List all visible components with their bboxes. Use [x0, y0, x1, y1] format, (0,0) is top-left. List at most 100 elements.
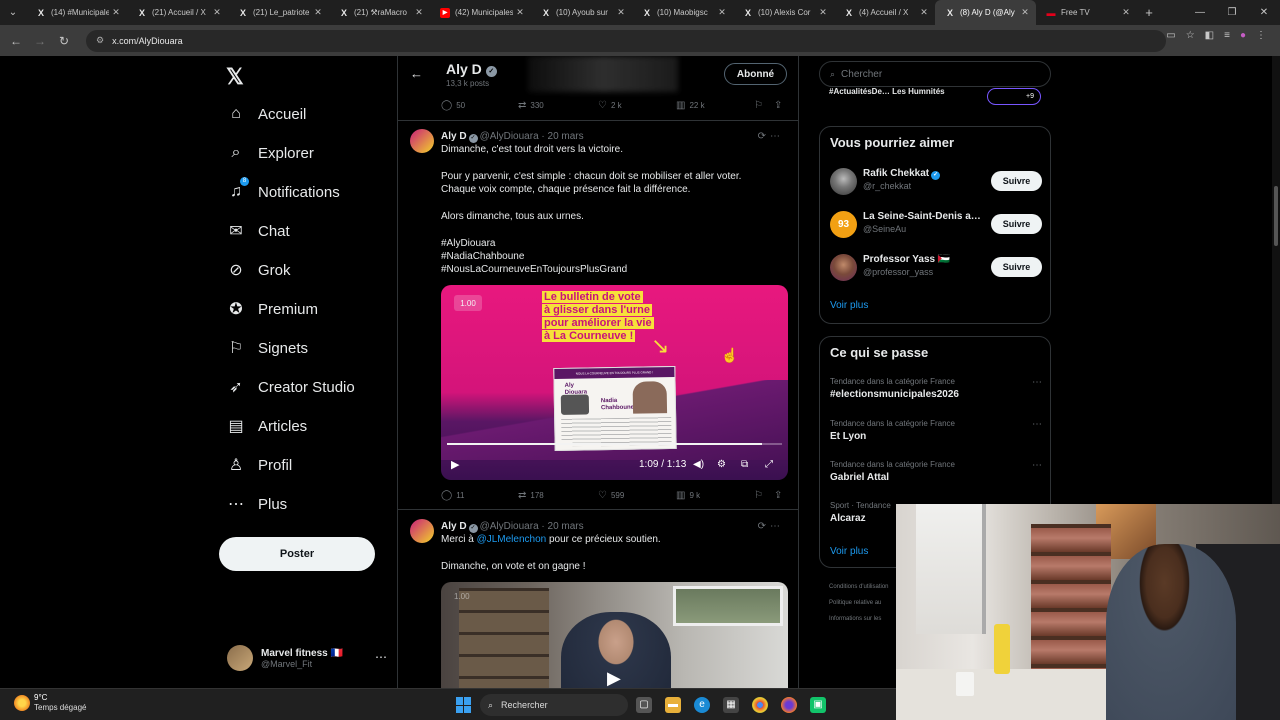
- footer-link[interactable]: Conditions d'utilisation: [829, 584, 889, 590]
- browser-tab[interactable]: X (10) Ayoub sur ✕: [531, 0, 632, 25]
- minimize-icon[interactable]: —: [1184, 0, 1216, 25]
- browser-tab[interactable]: X (21) Accueil / X ✕: [127, 0, 228, 25]
- new-tab-button[interactable]: +: [1137, 5, 1161, 20]
- browser-tab[interactable]: X (14) #Municipales ✕: [26, 0, 127, 25]
- more-dots-icon[interactable]: ⋯: [770, 521, 784, 532]
- firefox-icon[interactable]: [781, 697, 797, 713]
- app-icon[interactable]: ▣: [810, 697, 826, 713]
- hashtag-link[interactable]: #NadiaChahboune: [441, 250, 786, 263]
- grok-icon[interactable]: ⟳: [758, 131, 770, 142]
- browser-tab[interactable]: ▬ Free TV ✕: [1036, 0, 1137, 25]
- repost-button[interactable]: ⇄ 178: [518, 490, 598, 501]
- video-thumbnail[interactable]: 1.00 ▶: [441, 582, 788, 688]
- tweet-menu[interactable]: ⟳⋯: [758, 131, 784, 142]
- trend-item[interactable]: Tendance dans la catégorie France Gabriel…: [830, 460, 1042, 483]
- video-player[interactable]: 1.00 Le bulletin de vote à glisser dans …: [441, 285, 788, 480]
- follow-button[interactable]: Suivre: [991, 257, 1042, 277]
- views-button[interactable]: ▥ 22 k: [676, 100, 754, 111]
- close-tab-icon[interactable]: ✕: [715, 7, 729, 18]
- trend-item[interactable]: Tendance dans la catégorie France Et Lyon…: [830, 419, 1042, 442]
- subscribed-button[interactable]: Abonné: [724, 63, 787, 85]
- cast-icon[interactable]: ▭: [1166, 30, 1175, 41]
- browser-tab[interactable]: ▶ (42) Municipales ✕: [430, 0, 531, 25]
- star-icon[interactable]: ☆: [1186, 30, 1195, 41]
- playback-speed-badge[interactable]: 1.00: [454, 592, 470, 601]
- sidebar-item-premium[interactable]: ✪ Premium: [226, 296, 318, 322]
- more-dots-icon[interactable]: ⋯: [1032, 460, 1042, 471]
- follow-button[interactable]: Suivre: [991, 214, 1042, 234]
- volume-icon[interactable]: ◀): [693, 459, 704, 470]
- cut-off-trend[interactable]: #ActualitésDe… Les Humnités: [829, 87, 979, 97]
- sidebar-item-explorer[interactable]: ⌕ Explorer: [226, 140, 314, 166]
- browser-tab[interactable]: X (21) Le_patriote ✕: [228, 0, 329, 25]
- sidebar-item-chat[interactable]: ✉ Chat: [226, 218, 289, 244]
- reload-icon[interactable]: ↻: [52, 34, 76, 48]
- x-logo-icon[interactable]: 𝕏: [226, 64, 244, 90]
- more-dots-icon[interactable]: ⋯: [770, 131, 784, 142]
- sidebar-item-plus[interactable]: ⋯ Plus: [226, 491, 287, 517]
- media-icon[interactable]: ≡: [1224, 30, 1230, 41]
- fullscreen-icon[interactable]: ⤢: [765, 459, 773, 470]
- grok-icon[interactable]: ⟳: [758, 521, 770, 532]
- suggestion-row[interactable]: Rafik Chekkat ✓ @r_chekkat Suivre: [830, 168, 1042, 196]
- video-progress-bar[interactable]: [447, 443, 782, 445]
- close-tab-icon[interactable]: ✕: [1119, 7, 1133, 18]
- like-button[interactable]: ♡ 599: [598, 490, 676, 501]
- browser-tab[interactable]: X (4) Accueil / X ✕: [834, 0, 935, 25]
- suggestion-row[interactable]: Professor Yass 🇵🇸 @professor_yass Suivre: [830, 254, 1042, 282]
- scrollbar-thumb[interactable]: [1274, 186, 1278, 246]
- url-field[interactable]: ⚙ x.com/AlyDiouara: [86, 29, 1166, 52]
- sidebar-item-creator-studio[interactable]: ➶ Creator Studio: [226, 374, 354, 400]
- browser-tab[interactable]: X (21) ⚒raMacro ✕: [329, 0, 430, 25]
- chrome-menu-icon[interactable]: ⋮: [1256, 30, 1266, 41]
- close-tab-icon[interactable]: ✕: [210, 7, 224, 18]
- footer-link[interactable]: Informations sur les: [829, 616, 881, 622]
- show-more-link[interactable]: Voir plus: [830, 546, 868, 557]
- close-tab-icon[interactable]: ✕: [1018, 7, 1032, 18]
- hashtag-link[interactable]: #NousLaCourneuveEnToujoursPlusGrand: [441, 263, 786, 276]
- file-explorer-icon[interactable]: ▬: [665, 697, 681, 713]
- close-tab-icon[interactable]: ✕: [917, 7, 931, 18]
- bookmark-button[interactable]: ⚐: [754, 100, 774, 111]
- account-switcher[interactable]: Marvel fitness 🇫🇷 @Marvel_Fit ⋯: [227, 644, 387, 672]
- extensions-icon[interactable]: ◧: [1205, 30, 1214, 41]
- edge-icon[interactable]: e: [694, 697, 710, 713]
- show-more-link[interactable]: Voir plus: [830, 300, 868, 311]
- more-dots-icon[interactable]: ⋯: [375, 650, 387, 664]
- close-tab-icon[interactable]: ✕: [614, 7, 628, 18]
- back-arrow-icon[interactable]: ←: [4, 34, 28, 48]
- settings-gear-icon[interactable]: ⚙: [717, 459, 726, 470]
- share-button[interactable]: ⇪: [774, 490, 782, 501]
- sidebar-item-accueil[interactable]: ⌂ Accueil: [226, 101, 306, 127]
- close-tab-icon[interactable]: ✕: [311, 7, 325, 18]
- reply-button[interactable]: ◯ 11: [441, 490, 518, 501]
- browser-tab[interactable]: X (10) Alexis Cor ✕: [733, 0, 834, 25]
- avatar-stack-badge[interactable]: +9: [987, 88, 1041, 105]
- back-arrow-icon[interactable]: ←: [410, 66, 423, 81]
- picture-in-picture-icon[interactable]: ⧉: [741, 459, 748, 470]
- suggestion-row[interactable]: 93 La Seine-Saint-Denis a… @SeineAu Suiv…: [830, 211, 1042, 239]
- footer-link[interactable]: Politique relative au: [829, 600, 881, 606]
- close-window-icon[interactable]: ✕: [1248, 0, 1280, 25]
- close-tab-icon[interactable]: ✕: [412, 7, 426, 18]
- tweet-menu[interactable]: ⟳⋯: [758, 521, 784, 532]
- repost-button[interactable]: ⇄ 330: [518, 100, 598, 111]
- sidebar-item-signets[interactable]: ⚐ Signets: [226, 335, 308, 361]
- chrome-icon[interactable]: [752, 697, 768, 713]
- hashtag-link[interactable]: #AlyDiouara: [441, 237, 786, 250]
- task-view-icon[interactable]: ▢: [636, 697, 652, 713]
- browser-tab[interactable]: X (10) Maobigsc ✕: [632, 0, 733, 25]
- play-icon[interactable]: ▶: [451, 458, 459, 471]
- store-icon[interactable]: ▦: [723, 697, 739, 713]
- close-tab-icon[interactable]: ✕: [513, 7, 527, 18]
- windows-start-icon[interactable]: [456, 697, 472, 713]
- profile-icon[interactable]: ●: [1240, 30, 1246, 41]
- browser-tab-active[interactable]: X (8) Aly D (@Aly ✕: [935, 0, 1036, 25]
- post-button[interactable]: Poster: [219, 537, 375, 571]
- sidebar-item-notifications[interactable]: ♫ 8 Notifications: [226, 177, 340, 205]
- follow-button[interactable]: Suivre: [991, 171, 1042, 191]
- more-dots-icon[interactable]: ⋯: [1032, 419, 1042, 430]
- play-icon[interactable]: ▶: [607, 668, 621, 688]
- bookmark-button[interactable]: ⚐: [754, 490, 774, 501]
- sidebar-item-grok[interactable]: ⊘ Grok: [226, 257, 290, 283]
